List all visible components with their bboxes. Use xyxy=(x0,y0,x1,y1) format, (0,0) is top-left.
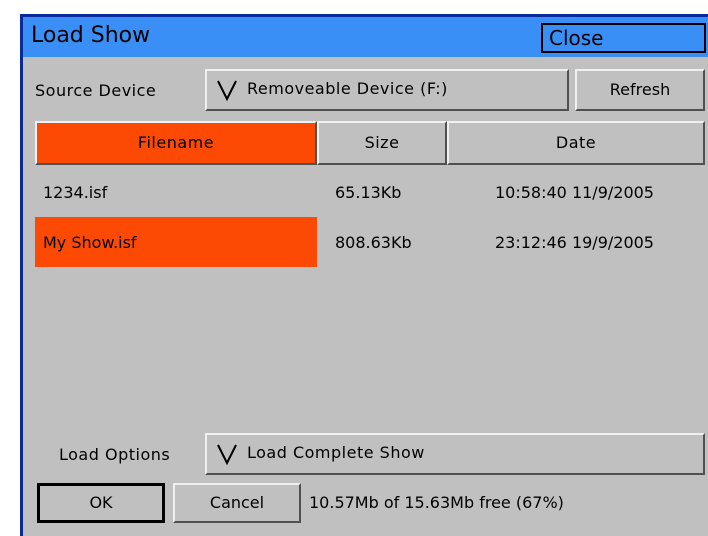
column-header-filename[interactable]: Filename xyxy=(35,121,317,165)
size-cell: 65.13Kb xyxy=(335,183,402,202)
filename-cell: 1234.isf xyxy=(43,183,108,202)
load-show-dialog: Load Show Close Source Device Removeable… xyxy=(20,14,708,536)
cancel-button[interactable]: Cancel xyxy=(173,483,301,523)
size-cell: 808.63Kb xyxy=(335,233,412,252)
close-button[interactable]: Close xyxy=(541,23,706,53)
source-device-value: Removeable Device (F:) xyxy=(247,79,448,98)
source-device-dropdown[interactable]: Removeable Device (F:) xyxy=(205,69,569,111)
column-header-size[interactable]: Size xyxy=(317,121,447,165)
free-space-status: 10.57Mb of 15.63Mb free (67%) xyxy=(309,493,564,512)
chevron-down-icon xyxy=(217,444,237,466)
title-bar: Load Show Close xyxy=(23,17,708,57)
table-row[interactable]: 1234.isf 65.13Kb 10:58:40 11/9/2005 xyxy=(35,167,701,217)
refresh-button[interactable]: Refresh xyxy=(575,69,705,111)
date-cell: 23:12:46 19/9/2005 xyxy=(495,233,654,252)
chevron-down-icon xyxy=(217,80,237,102)
column-header-date[interactable]: Date xyxy=(447,121,705,165)
load-options-dropdown[interactable]: Load Complete Show xyxy=(205,433,705,475)
filename-cell: My Show.isf xyxy=(43,233,137,252)
date-cell: 10:58:40 11/9/2005 xyxy=(495,183,654,202)
table-row[interactable]: My Show.isf 808.63Kb 23:12:46 19/9/2005 xyxy=(35,217,701,267)
window-title: Load Show xyxy=(31,23,151,48)
load-options-value: Load Complete Show xyxy=(247,443,425,462)
load-options-label: Load Options xyxy=(59,445,171,464)
ok-button[interactable]: OK xyxy=(37,483,165,523)
source-device-label: Source Device xyxy=(35,81,157,100)
